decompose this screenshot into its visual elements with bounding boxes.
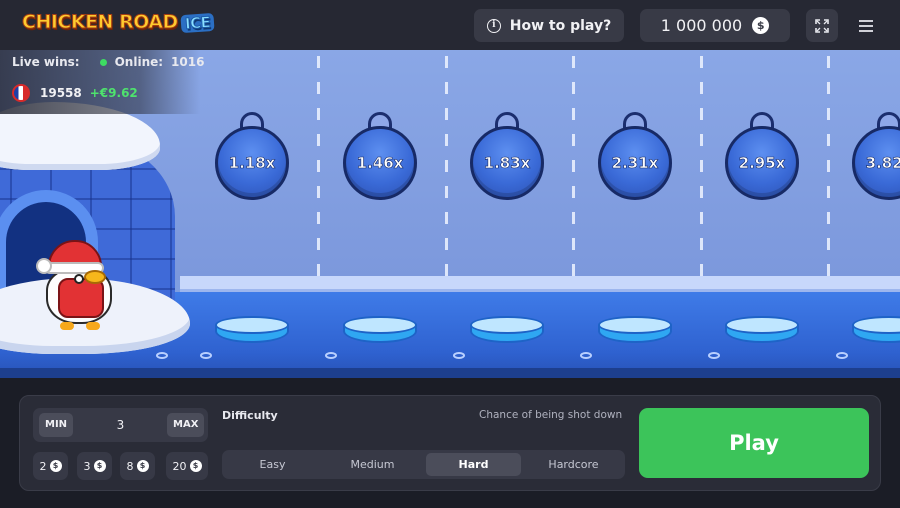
quick-bet-value: 20: [172, 459, 187, 473]
win-amount: +€9.62: [89, 86, 138, 100]
min-bet-button[interactable]: MIN: [39, 413, 74, 437]
info-icon: i: [486, 18, 501, 33]
fullscreen-icon: [815, 18, 829, 33]
dollar-coin-icon: $: [752, 17, 770, 34]
online-count: 1016: [171, 55, 205, 69]
ice-floor-edge: [0, 368, 900, 378]
difficulty-tab-medium[interactable]: Medium: [325, 453, 420, 476]
fullscreen-button[interactable]: [806, 9, 838, 42]
country-flag-icon: [12, 84, 30, 102]
ice-hole-pad[interactable]: [215, 316, 289, 346]
chicken-beak: [84, 270, 106, 284]
chance-label: Chance of being shot down: [479, 409, 623, 421]
online-label: Online:: [114, 55, 164, 69]
dollar-coin-icon: $: [49, 460, 62, 472]
quick-bet-button[interactable]: 20 $: [166, 452, 208, 480]
menu-button[interactable]: [850, 9, 882, 42]
ice-rail: [180, 276, 900, 292]
quick-bet-value: 2: [39, 459, 47, 473]
ice-bubble: [836, 352, 848, 359]
ice-bubble: [200, 352, 212, 359]
winner-id: 19558: [40, 86, 82, 100]
ice-hole-pad[interactable]: [470, 316, 544, 346]
multiplier-value: 3.82x: [852, 126, 900, 200]
quick-bet-button[interactable]: 2 $: [33, 452, 68, 480]
ice-hole-pad[interactable]: [598, 316, 672, 346]
live-wins-label: Live wins:: [12, 55, 80, 69]
quick-bet-value: 3: [83, 459, 91, 473]
ice-bubble: [156, 352, 168, 359]
difficulty-tab-hardcore[interactable]: Hardcore: [526, 453, 621, 476]
live-win-entry: 19558 +€9.62: [12, 84, 138, 102]
top-bar: CHICKEN ROAD ICE i How to play? 1 000 000…: [0, 0, 900, 50]
bet-amount-input[interactable]: [93, 408, 148, 442]
ice-bubble: [580, 352, 592, 359]
chicken-foot: [86, 322, 100, 330]
santa-hat-pompom: [36, 258, 52, 274]
chicken-scarf: [58, 278, 104, 318]
quick-bet-button[interactable]: 8 $: [120, 452, 155, 480]
max-bet-button[interactable]: MAX: [167, 413, 205, 437]
how-to-play-label: How to play?: [509, 17, 612, 34]
multiplier-bauble: 1.18x: [215, 112, 289, 200]
chicken-eye: [74, 274, 84, 284]
multiplier-value: 1.18x: [215, 126, 289, 200]
ice-hole-pad[interactable]: [852, 316, 900, 346]
online-status-dot: [99, 58, 107, 66]
multiplier-value: 2.31x: [598, 126, 672, 200]
multiplier-bauble: 2.95x: [725, 112, 799, 200]
live-stats-row: Live wins: Online: 1016: [12, 55, 204, 69]
logo-badge: ICE: [180, 13, 215, 33]
quick-bet-value: 8: [126, 459, 134, 473]
multiplier-value: 1.83x: [470, 126, 544, 200]
bet-amount-box: MIN MAX: [33, 408, 208, 442]
logo-text: CHICKEN ROAD: [22, 11, 179, 34]
difficulty-tab-easy[interactable]: Easy: [225, 453, 320, 476]
multiplier-bauble: 3.82x: [852, 112, 900, 200]
ice-bubble: [453, 352, 465, 359]
difficulty-tab-hard[interactable]: Hard: [426, 453, 521, 476]
multiplier-value: 1.46x: [343, 126, 417, 200]
dollar-coin-icon: $: [93, 460, 106, 472]
balance-display: 1 000 000 $: [640, 9, 790, 42]
multiplier-bauble: 2.31x: [598, 112, 672, 200]
game-logo: CHICKEN ROAD ICE: [22, 11, 215, 34]
dollar-coin-icon: $: [136, 460, 149, 472]
multiplier-value: 2.95x: [725, 126, 799, 200]
chicken-foot: [60, 322, 74, 330]
hamburger-menu-icon: [859, 19, 873, 32]
quick-bet-button[interactable]: 3 $: [77, 452, 112, 480]
ice-hole-pad[interactable]: [343, 316, 417, 346]
play-button[interactable]: Play: [639, 408, 869, 478]
difficulty-label: Difficulty: [222, 409, 278, 422]
multiplier-bauble: 1.83x: [470, 112, 544, 200]
ice-bubble: [708, 352, 720, 359]
difficulty-selector: Easy Medium Hard Hardcore: [222, 450, 625, 479]
dollar-coin-icon: $: [189, 460, 202, 472]
multiplier-bauble: 1.46x: [343, 112, 417, 200]
ice-hole-pad[interactable]: [725, 316, 799, 346]
balance-amount: 1 000 000: [660, 16, 743, 35]
ice-bubble: [325, 352, 337, 359]
bet-control-panel: MIN MAX 2 $ 3 $ 8 $ 20 $ Difficulty Chan…: [19, 395, 881, 491]
how-to-play-button[interactable]: i How to play?: [474, 9, 624, 42]
chicken-character: [36, 240, 118, 330]
